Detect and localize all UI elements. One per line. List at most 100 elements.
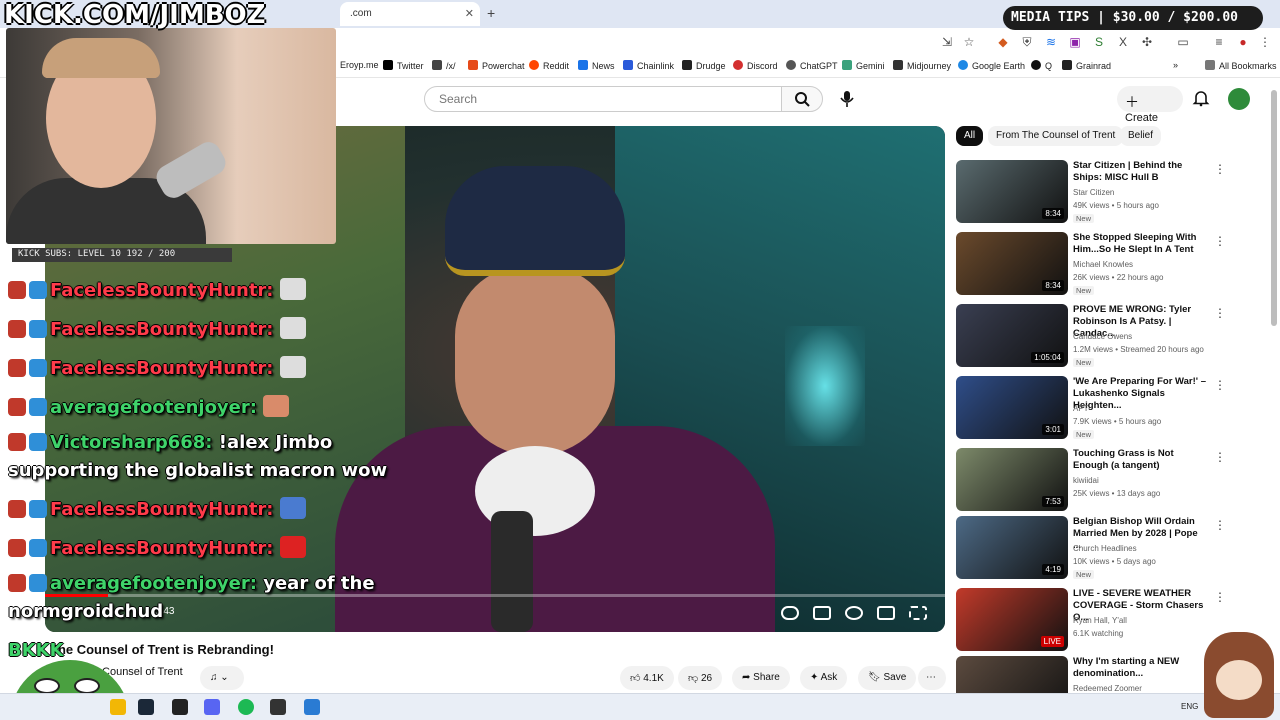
autoplay-toggle[interactable] <box>781 606 799 620</box>
bookmark-chatgpt[interactable]: ChatGPT <box>786 60 838 71</box>
bookmark-powerchat[interactable]: Powerchat <box>468 60 525 71</box>
scrollbar[interactable] <box>1271 90 1277 326</box>
create-button[interactable]: ＋ Create <box>1117 86 1183 124</box>
telegram-icon[interactable] <box>304 699 320 715</box>
recommendation-item[interactable]: 1:05:04 PROVE ME WRONG: Tyler Robinson Is… <box>956 304 1268 370</box>
theater-mode-icon[interactable] <box>877 606 895 620</box>
kebab-menu-icon[interactable]: ⋮ <box>1214 450 1226 464</box>
account-avatar[interactable] <box>1228 88 1250 110</box>
list-icon[interactable]: ≡ <box>1212 35 1226 49</box>
recommendation-item[interactable]: 7:53 Touching Grass is Not Enough (a tang… <box>956 448 1268 514</box>
cast-icon[interactable]: ▭ <box>1176 35 1190 49</box>
recommendation-channel[interactable]: Church Headlines <box>1073 544 1137 553</box>
recommendation-item[interactable]: 3:01 'We Are Preparing For War!' – Lukash… <box>956 376 1268 442</box>
video-thumbnail[interactable]: 7:53 <box>956 448 1068 511</box>
bookmark-grainrad[interactable]: Grainrad <box>1062 60 1111 71</box>
share-button[interactable]: ➦ Share <box>732 666 790 690</box>
recommendation-channel[interactable]: Candace Owens <box>1073 332 1132 341</box>
dislike-button[interactable]: 👎︎ 26 <box>678 666 723 690</box>
recommendation-item[interactable]: 8:34 She Stopped Sleeping With Him...So H… <box>956 232 1268 298</box>
bookmarks-overflow-icon[interactable]: » <box>1173 60 1178 70</box>
new-badge: New <box>1073 430 1095 439</box>
puzzle-icon[interactable]: ✣ <box>1140 35 1154 49</box>
recommendation-item[interactable]: 8:34 Star Citizen | Behind the Ships: MIS… <box>956 160 1268 226</box>
settings-icon[interactable] <box>845 606 863 620</box>
search-input[interactable]: Search <box>424 86 782 112</box>
recommendation-title[interactable]: Touching Grass is Not Enough (a tangent) <box>1073 448 1207 472</box>
x-icon[interactable]: X <box>1116 35 1130 49</box>
kebab-menu-icon[interactable]: ⋮ <box>1214 306 1226 320</box>
extension2-icon[interactable]: S <box>1092 35 1106 49</box>
profile-icon[interactable]: ● <box>1236 35 1250 49</box>
more-actions-button[interactable]: ⋯ <box>918 666 946 690</box>
video-thumbnail[interactable]: LIVE <box>956 588 1068 651</box>
spotify-icon[interactable] <box>238 699 254 715</box>
bookmark-google-earth[interactable]: Google Earth <box>958 60 1025 71</box>
voice-search-button[interactable] <box>833 86 861 112</box>
discord-icon[interactable] <box>204 699 220 715</box>
video-thumbnail[interactable]: 4:19 <box>956 516 1068 579</box>
shield-icon[interactable]: ⛨ <box>1020 35 1034 49</box>
recommendation-channel[interactable]: kiwiidai <box>1073 476 1099 485</box>
kebab-menu-icon[interactable]: ⋮ <box>1214 162 1226 176</box>
video-thumbnail[interactable]: 1:05:04 <box>956 304 1068 367</box>
subscribe-bell-button[interactable]: ♫ ⌄ <box>200 666 244 690</box>
like-button[interactable]: 👍︎ 4.1K <box>620 666 674 690</box>
recommendation-channel[interactable]: APT <box>1073 404 1089 413</box>
install-icon[interactable]: ⇲ <box>940 35 954 49</box>
recommendation-channel[interactable]: Star Citizen <box>1073 188 1114 197</box>
kebab-menu-icon[interactable]: ⋮ <box>1214 518 1226 532</box>
bookmark-news[interactable]: News <box>578 60 615 71</box>
kebab-menu-icon[interactable]: ⋮ <box>1214 378 1226 392</box>
chip-belief[interactable]: Belief <box>1120 126 1162 146</box>
extension-icon[interactable]: ▣ <box>1068 35 1082 49</box>
recommendation-title[interactable]: Star Citizen | Behind the Ships: MISC Hu… <box>1073 160 1207 184</box>
chip-from-channel[interactable]: From The Counsel of Trent <box>988 126 1124 146</box>
new-tab-icon[interactable]: + <box>487 5 495 21</box>
bookmark-discord[interactable]: Discord <box>733 60 778 71</box>
obs-icon[interactable] <box>270 699 286 715</box>
kebab-menu-icon[interactable]: ⋮ <box>1214 234 1226 248</box>
recommendation-title[interactable]: Why I'm starting a NEW denomination... <box>1073 656 1207 680</box>
recommendation-channel[interactable]: Ryan Hall, Y'all <box>1073 616 1127 625</box>
kebab-menu-icon[interactable]: ⋮ <box>1214 590 1226 604</box>
fullscreen-icon[interactable] <box>909 606 927 620</box>
bookmark-eroyp[interactable]: Eroyp.me <box>340 60 379 70</box>
bookmark-gemini[interactable]: Gemini <box>842 60 885 71</box>
bookmark-midjourney[interactable]: Midjourney <box>893 60 951 71</box>
language-indicator[interactable]: ENG <box>1181 702 1198 711</box>
all-bookmarks[interactable]: All Bookmarks <box>1205 60 1277 71</box>
steam-icon[interactable] <box>138 699 154 715</box>
metamask-icon[interactable]: ◆ <box>996 35 1010 49</box>
recommendation-title[interactable]: 'We Are Preparing For War!' – Lukashenko… <box>1073 376 1207 412</box>
chat-username: Victorsharp668: <box>50 432 213 453</box>
wifi-icon[interactable]: ≋ <box>1044 35 1058 49</box>
close-tab-icon[interactable]: ✕ <box>465 7 474 20</box>
terminal-icon[interactable] <box>172 699 188 715</box>
recommendation-channel[interactable]: Redeemed Zoomer <box>1073 684 1142 693</box>
video-thumbnail[interactable]: 8:34 <box>956 160 1068 223</box>
star-icon[interactable]: ☆ <box>962 35 976 49</box>
captions-icon[interactable] <box>813 606 831 620</box>
video-thumbnail[interactable]: 8:34 <box>956 232 1068 295</box>
bookmark-drudge[interactable]: Drudge <box>682 60 726 71</box>
chip-all[interactable]: All <box>956 126 984 146</box>
notifications-button[interactable] <box>1192 89 1210 107</box>
ask-button[interactable]: ✦ Ask <box>800 666 848 690</box>
video-thumbnail[interactable]: 3:01 <box>956 376 1068 439</box>
recommendation-item[interactable]: 4:19 Belgian Bishop Will Ordain Married M… <box>956 516 1268 582</box>
bookmark-chainlink[interactable]: Chainlink <box>623 60 674 71</box>
more-icon[interactable]: ⋮ <box>1258 35 1272 49</box>
browser-tab[interactable]: .com ✕ <box>340 2 480 26</box>
bookmark-q[interactable]: Q <box>1031 60 1052 71</box>
recommendation-title[interactable]: She Stopped Sleeping With Him...So He Sl… <box>1073 232 1207 256</box>
chat-badge-icon <box>8 500 26 518</box>
video-progress-bar[interactable] <box>45 594 945 597</box>
bookmark-reddit[interactable]: Reddit <box>529 60 569 71</box>
bookmark-x[interactable]: /x/ <box>432 60 456 71</box>
save-button[interactable]: 🔖︎ Save <box>858 666 917 690</box>
search-button[interactable] <box>781 86 823 112</box>
file-explorer-icon[interactable] <box>110 699 126 715</box>
bookmark-twitter[interactable]: Twitter <box>383 60 424 71</box>
recommendation-channel[interactable]: Michael Knowles <box>1073 260 1133 269</box>
